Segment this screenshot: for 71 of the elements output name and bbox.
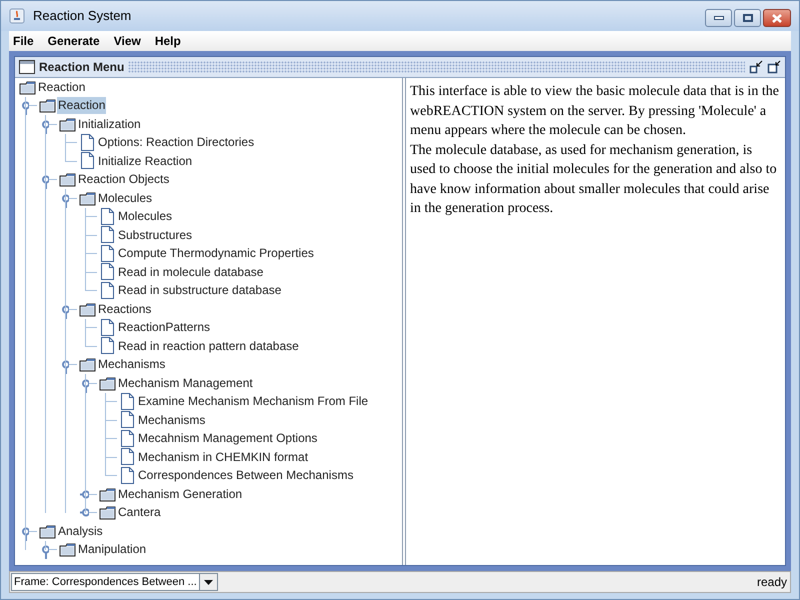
maximize-button[interactable] — [734, 9, 761, 27]
folder-icon — [38, 98, 56, 114]
tree-item[interactable]: Molecules — [97, 190, 154, 207]
close-icon — [772, 14, 782, 22]
window-icon — [19, 60, 35, 74]
tree-item[interactable]: Manipulation — [77, 541, 148, 558]
document-icon — [100, 282, 114, 300]
tree-item[interactable]: Mechanism in CHEMKIN format — [137, 448, 310, 466]
folder-icon — [58, 116, 76, 132]
minimize-icon — [714, 16, 724, 20]
tree-item[interactable]: Reaction — [57, 97, 106, 114]
tree-item[interactable]: Mechanisms — [97, 356, 166, 374]
document-icon — [120, 430, 134, 448]
tree-item[interactable]: Reactions — [97, 300, 152, 318]
frame-title: Reaction Menu — [39, 59, 124, 76]
tree-item[interactable]: Reaction Objects — [77, 171, 170, 188]
folder-icon — [98, 486, 116, 502]
tree-item[interactable]: Mechanisms — [137, 412, 206, 429]
tree-item[interactable]: Read in molecule database — [117, 264, 264, 281]
document-icon — [120, 448, 134, 466]
folder-icon — [98, 505, 116, 520]
document-icon — [100, 337, 114, 356]
document-icon — [100, 226, 114, 244]
tree-item[interactable]: Analysis — [57, 522, 104, 540]
folder-icon — [58, 542, 76, 558]
folder-icon — [98, 376, 116, 391]
tree-item[interactable]: Mechanism Management — [117, 374, 254, 392]
document-icon — [120, 392, 134, 411]
tree-item[interactable]: ReactionPatterns — [117, 319, 212, 336]
document-icon — [100, 318, 114, 337]
status-text: ready — [756, 574, 788, 591]
tree-item[interactable]: Read in substructure database — [117, 282, 282, 300]
folder-icon — [18, 80, 36, 95]
tree-item[interactable]: Mechanism Generation — [117, 486, 244, 503]
folder-icon — [78, 302, 96, 317]
document-icon — [80, 152, 94, 170]
description-text: This interface is able to view the basic molecule data that is in the webREACTION system on the server. By pressing 'Molecule' a menu appears where the molecule can be chosen. The molecule database, as used for mechanism generation, is used to choose the initial molecules for the generation and also to have know information about smaller molecules that could arise in the generation process. — [405, 78, 785, 565]
restore-icon — [742, 14, 752, 22]
tree-item[interactable]: Substructures — [117, 226, 194, 244]
window-title: Reaction System — [33, 7, 132, 26]
menu-item[interactable]: Help — [154, 32, 181, 50]
caret-icon — [204, 580, 213, 584]
tree-item[interactable]: Options: Reaction Directories — [97, 134, 256, 152]
document-icon — [120, 411, 134, 430]
tree-item[interactable]: Initialization — [77, 116, 142, 133]
folder-icon — [58, 172, 76, 188]
document-icon — [120, 466, 134, 485]
frame-select-dropdown[interactable]: Frame: Correspondences Between ... — [11, 573, 218, 591]
menu-item[interactable]: Generate — [48, 32, 100, 50]
folder-icon — [78, 190, 96, 206]
document-icon — [80, 134, 94, 152]
tree-item[interactable]: Molecules — [117, 208, 174, 226]
tree-item[interactable]: Mecahnism Management Options — [137, 430, 318, 448]
minimize-button[interactable] — [705, 9, 732, 27]
menu-item[interactable]: View — [114, 32, 141, 50]
folder-icon — [78, 357, 96, 372]
tree-item[interactable]: Compute Thermodynamic Properties — [117, 245, 315, 262]
tree-item[interactable]: Correspondences Between Mechanisms — [137, 467, 354, 484]
maximize-frame-icon[interactable] — [767, 60, 781, 74]
folder-icon — [38, 524, 56, 539]
document-icon — [100, 208, 114, 226]
close-button[interactable] — [763, 9, 791, 27]
tree-item[interactable]: Examine Mechanism Mechanism From File — [137, 393, 370, 410]
menu-item[interactable]: File — [13, 32, 34, 50]
tree-item[interactable]: Cantera — [117, 504, 162, 522]
tree-item[interactable]: Initialize Reaction — [97, 152, 194, 170]
minimize-frame-icon[interactable] — [749, 60, 763, 74]
document-icon — [100, 263, 114, 282]
tree-item[interactable]: Reaction — [37, 78, 86, 96]
tree-item[interactable]: Read in reaction pattern database — [117, 338, 300, 355]
document-icon — [100, 244, 114, 263]
